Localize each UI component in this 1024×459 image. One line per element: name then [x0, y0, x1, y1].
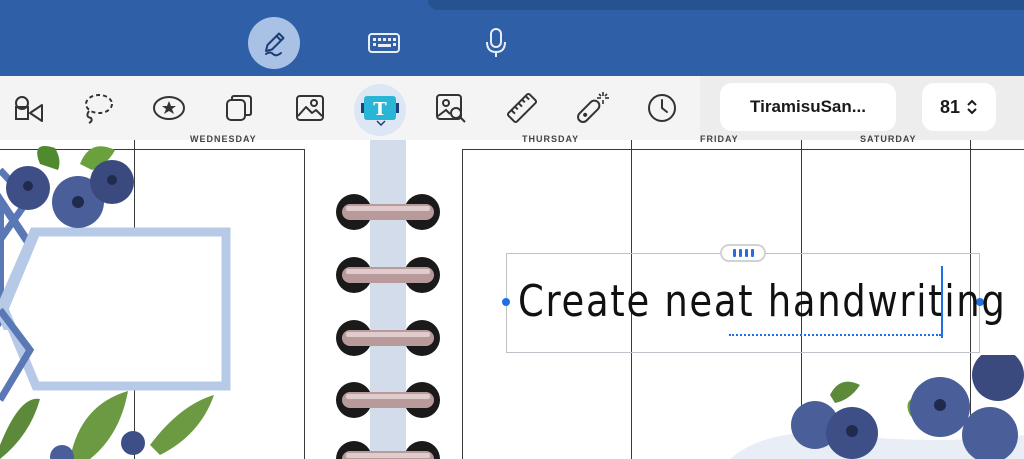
- chevron-up-down-icon: [967, 99, 977, 115]
- grid-line: [462, 149, 463, 459]
- sticker-icon: [153, 96, 185, 120]
- blueberries-corner-decoration: [730, 355, 1024, 459]
- scan-image-tool-button[interactable]: [431, 90, 471, 126]
- keyboard-icon: [368, 33, 400, 53]
- text-box-content[interactable]: Create neat handwriting: [518, 276, 1007, 327]
- pen-icon: [265, 32, 285, 57]
- ruler-icon: [506, 92, 538, 124]
- grid-line: [304, 149, 305, 459]
- day-header-friday: FRIDAY: [700, 134, 739, 144]
- laser-pointer-tool-button[interactable]: [572, 90, 612, 126]
- recent-tool-button[interactable]: [642, 90, 682, 126]
- text-cursor: [941, 266, 943, 338]
- image-tool-button[interactable]: [290, 90, 330, 126]
- shapes-icon: [15, 96, 43, 122]
- leaves-decoration: [0, 391, 214, 459]
- day-header-wednesday: WEDNESDAY: [190, 134, 257, 144]
- binder-ring: [336, 257, 440, 293]
- clock-icon: [648, 94, 676, 122]
- spellcheck-underline: [729, 334, 941, 336]
- lasso-tool-button[interactable]: [78, 90, 118, 126]
- binder-ring: [336, 441, 440, 459]
- binder-ring: [336, 320, 440, 356]
- blueberries-decoration: [6, 146, 134, 228]
- binder-ring: [336, 194, 440, 230]
- lasso-icon: [85, 94, 113, 124]
- elements-tool-button[interactable]: [219, 90, 259, 126]
- dictation-mode-button[interactable]: [470, 20, 522, 66]
- top-bar-strip: [428, 0, 1024, 10]
- font-family-label: TiramisuSan...: [750, 97, 866, 116]
- microphone-icon: [486, 28, 506, 57]
- resize-handle-left[interactable]: [502, 298, 510, 306]
- font-size-selector[interactable]: 81: [922, 83, 996, 131]
- scan-image-icon: [436, 94, 466, 123]
- shapes-tool-button[interactable]: [8, 90, 48, 126]
- font-family-selector[interactable]: TiramisuSan...: [720, 83, 896, 131]
- font-size-value: 81: [939, 96, 961, 117]
- ruler-tool-button[interactable]: [502, 90, 542, 126]
- notes-app: T TiramisuSan... 81 WEDNESDAY THURSDAY F…: [0, 0, 1024, 459]
- sticker-tool-button[interactable]: [149, 90, 189, 126]
- elements-icon: [226, 95, 252, 121]
- svg-text:T: T: [373, 99, 387, 120]
- image-icon: [296, 95, 324, 121]
- binder-ring: [336, 382, 440, 418]
- grid-line: [462, 149, 1024, 150]
- pen-mode-button[interactable]: [248, 17, 300, 69]
- day-header-saturday: SATURDAY: [860, 134, 917, 144]
- keyboard-mode-button[interactable]: [358, 20, 410, 66]
- day-header-thursday: THURSDAY: [522, 134, 580, 144]
- laser-pointer-icon: [577, 92, 609, 123]
- chevron-down-icon: [376, 120, 386, 126]
- text-box-drag-handle[interactable]: [720, 244, 766, 262]
